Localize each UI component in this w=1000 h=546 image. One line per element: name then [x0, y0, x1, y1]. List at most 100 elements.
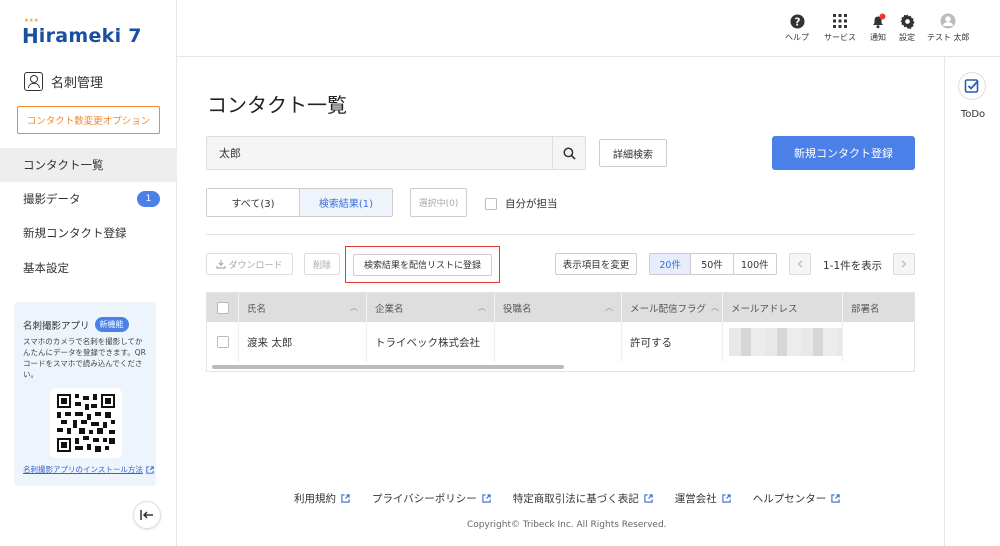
footer-link-privacy[interactable]: プライバシーポリシー [372, 491, 491, 506]
table-row[interactable]: 渡来 太郎 トライベック株式会社 許可する [207, 322, 914, 362]
row-checkbox[interactable] [217, 336, 229, 348]
cell-department [843, 322, 914, 362]
column-header-label: メール配信フラグ [630, 303, 707, 315]
advanced-search-button[interactable]: 詳細検索 [599, 139, 667, 167]
help-button[interactable]: ? ヘルプ [785, 12, 809, 43]
notifications-label: 通知 [870, 33, 886, 42]
column-header-department[interactable]: 部署名 [843, 293, 914, 322]
footer-link-company[interactable]: 運営会社 [675, 491, 731, 506]
select-all-checkbox[interactable] [217, 301, 229, 314]
next-page-button[interactable] [893, 253, 915, 275]
notifications-button[interactable]: 通知 [870, 12, 886, 43]
tab-search-results[interactable]: 検索結果(1) [299, 189, 392, 216]
cell-name[interactable]: 渡来 太郎 [239, 322, 367, 362]
count-badge: 1 [137, 191, 160, 207]
redacted-email [729, 328, 842, 356]
todo-button[interactable] [958, 72, 986, 100]
svg-text:?: ? [794, 16, 800, 28]
footer-link-help-center[interactable]: ヘルプセンター [753, 491, 841, 506]
bell-icon [870, 12, 886, 30]
new-feature-badge: 新機能 [94, 317, 129, 332]
footer-link-label: 運営会社 [674, 493, 717, 505]
external-link-icon [146, 465, 154, 474]
collapse-sidebar-button[interactable] [133, 501, 161, 529]
select-all-cell [207, 293, 239, 322]
download-icon [216, 260, 227, 269]
services-button[interactable]: サービス [824, 12, 856, 43]
contact-table: 氏名 ︿ 企業名 ︿ 役職名 ︿ メール配信フラグ ︿ メールアドレス 部署名 渡来 太… [206, 292, 915, 372]
page-size-50[interactable]: 50件 [690, 254, 732, 274]
mine-label: 自分が担当 [505, 198, 558, 210]
brand-logo[interactable]: ٭٭٭ Hirameki 7 [22, 16, 142, 50]
search-input[interactable] [207, 137, 554, 169]
register-to-distribution-list-button[interactable]: 検索結果を配信リストに登録 [353, 253, 492, 276]
install-guide-link-text: 名刺撮影アプリのインストール方法 [23, 465, 143, 474]
external-link-icon [722, 494, 731, 503]
footer-link-label: 特定商取引法に基づく表記 [512, 493, 639, 505]
settings-button[interactable]: 設定 [899, 12, 915, 43]
mine-filter[interactable]: 自分が担当 [485, 196, 558, 211]
new-contact-button[interactable]: 新規コンタクト登録 [772, 136, 915, 170]
column-header-name[interactable]: 氏名 ︿ [239, 293, 367, 322]
sidebar-item-new-contact[interactable]: 新規コンタクト登録 [0, 216, 177, 250]
sidebar: ٭٭٭ Hirameki 7 名刺管理 コンタクト数変更オプション コンタクト一覧… [0, 0, 177, 546]
user-avatar-icon [940, 12, 956, 30]
sort-up-icon: ︿ [711, 303, 719, 312]
top-bar: ? ヘルプ サービス 通知 設定 テスト 太郎 [177, 0, 1000, 57]
footer-link-terms[interactable]: 利用規約 [294, 491, 350, 506]
change-columns-button[interactable]: 表示項目を変更 [555, 253, 637, 275]
delete-button[interactable]: 削除 [304, 253, 340, 275]
business-card-icon [24, 72, 43, 91]
card-scan-app-promo: 名刺撮影アプリ 新機能 スマホのカメラで名刺を撮影してかんたんにデータを登録でき… [14, 302, 156, 486]
sort-up-icon: ︿ [478, 303, 486, 312]
app-promo-title-text: 名刺撮影アプリ [23, 320, 90, 332]
column-header-label: 役職名 [503, 303, 532, 315]
user-name: テスト 太郎 [927, 33, 970, 42]
column-header-label: 部署名 [851, 303, 880, 315]
column-header-label: 企業名 [375, 303, 404, 315]
cell-title [495, 322, 622, 362]
settings-label: 設定 [899, 33, 915, 42]
prev-page-button[interactable] [789, 253, 811, 275]
module-title: 名刺管理 [24, 72, 103, 91]
todo-rail: ToDo [944, 57, 1000, 546]
column-header-mail-flag[interactable]: メール配信フラグ ︿ [622, 293, 723, 322]
tab-all[interactable]: すべて(3) [207, 189, 299, 216]
selected-filter-button[interactable]: 選択中(0) [410, 188, 467, 217]
chevron-right-icon [901, 260, 907, 268]
page-size-100[interactable]: 100件 [732, 254, 776, 274]
external-link-icon [482, 494, 491, 503]
cell-mail-flag: 許可する [622, 322, 723, 362]
sort-up-icon: ︿ [605, 303, 613, 312]
sidebar-item-label: 撮影データ [23, 192, 81, 206]
search-button[interactable] [552, 137, 585, 169]
footer-link-commerce-law[interactable]: 特定商取引法に基づく表記 [513, 491, 653, 506]
download-button[interactable]: ダウンロード [206, 253, 293, 275]
sidebar-item-scan-data[interactable]: 撮影データ 1 [0, 182, 177, 216]
install-guide-link[interactable]: 名刺撮影アプリのインストール方法 [23, 464, 154, 475]
footer-link-label: 利用規約 [294, 493, 336, 505]
contact-option-button[interactable]: コンタクト数変更オプション [17, 106, 160, 134]
column-header-label: メールアドレス [731, 303, 798, 315]
search-box [206, 136, 586, 170]
app-promo-description: スマホのカメラで名刺を撮影してかんたんにデータを登録できます。QRコードをスマホ… [23, 337, 146, 379]
gear-icon [899, 12, 915, 30]
footer-link-label: プライバシーポリシー [372, 493, 477, 505]
sidebar-item-basic-settings[interactable]: 基本設定 [0, 251, 177, 285]
logo-h-letter: H [22, 24, 39, 48]
grid-icon [833, 12, 847, 30]
table-header: 氏名 ︿ 企業名 ︿ 役職名 ︿ メール配信フラグ ︿ メールアドレス 部署名 [207, 293, 914, 322]
column-header-email[interactable]: メールアドレス [723, 293, 843, 322]
horizontal-scrollbar[interactable] [212, 365, 564, 369]
column-header-company[interactable]: 企業名 ︿ [367, 293, 495, 322]
user-menu-button[interactable]: テスト 太郎 [927, 12, 970, 43]
logo-spark-icon: ٭٭٭ [24, 16, 41, 26]
sidebar-item-contact-list[interactable]: コンタクト一覧 [0, 148, 177, 182]
mine-checkbox[interactable] [485, 197, 497, 210]
logo-text: irameki 7 [38, 25, 142, 47]
cell-company: トライベック株式会社 [367, 322, 495, 362]
column-header-title[interactable]: 役職名 ︿ [495, 293, 622, 322]
page-size-20[interactable]: 20件 [650, 254, 691, 274]
external-link-icon [831, 494, 840, 503]
row-select-cell [207, 322, 239, 362]
